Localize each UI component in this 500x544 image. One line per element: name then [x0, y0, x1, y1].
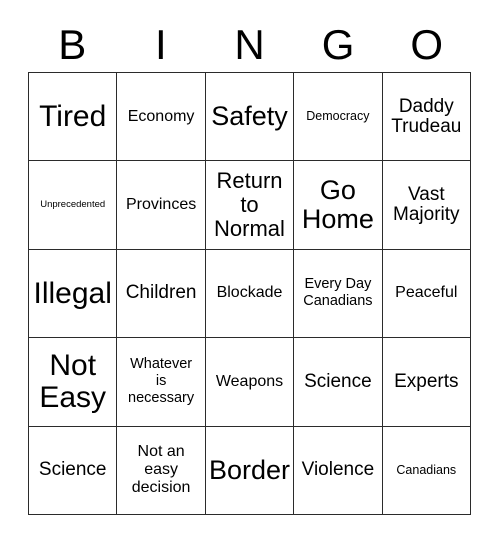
- bingo-cell-label: Vast Majority: [393, 183, 460, 226]
- bingo-cell-label: Democracy: [306, 109, 370, 124]
- bingo-cell-label: Tired: [39, 99, 107, 133]
- bingo-cell-label: Economy: [127, 107, 195, 125]
- bingo-cell-label: Daddy Trudeau: [391, 95, 462, 137]
- bingo-cell-r2c1[interactable]: Unprecedented: [29, 161, 118, 250]
- bingo-grid: Tired Economy Safety Democracy Daddy Trudeau…: [28, 72, 471, 515]
- bingo-cell-r4c2[interactable]: Whatever is necessary: [117, 338, 206, 427]
- bingo-cell-label: Return to Normal: [214, 167, 285, 242]
- bingo-cell-r2c5[interactable]: Vast Majority: [382, 161, 471, 250]
- bingo-cell-r5c2[interactable]: Not an easy decision: [117, 426, 206, 515]
- bingo-cell-label: Provinces: [125, 195, 197, 213]
- bingo-cell-r5c5[interactable]: Canadians: [382, 426, 471, 515]
- bingo-cell-r5c1[interactable]: Science: [29, 426, 118, 515]
- bingo-cell-r1c3[interactable]: Safety: [205, 73, 295, 162]
- bingo-cell-label: Illegal: [33, 276, 112, 310]
- bingo-cell-r3c2[interactable]: Children: [117, 249, 206, 339]
- bingo-cell-r1c4[interactable]: Democracy: [294, 73, 383, 162]
- bingo-cell-label: Weapons: [215, 372, 284, 390]
- bingo-cell-label: Experts: [394, 370, 459, 392]
- bingo-cell-label: Blockade: [216, 284, 283, 302]
- bingo-cell-r3c4[interactable]: Every Day Canadians: [294, 249, 383, 339]
- bingo-cell-r5c4[interactable]: Violence: [294, 426, 383, 515]
- bingo-cell-r1c1[interactable]: Tired: [29, 73, 118, 162]
- header-letter-g: G: [321, 21, 355, 68]
- bingo-cell-label: Go Home: [301, 175, 374, 235]
- bingo-cell-r1c2[interactable]: Economy: [117, 73, 206, 162]
- bingo-header-row: B I N G O: [28, 18, 471, 72]
- bingo-cell-r5c3[interactable]: Border: [205, 426, 295, 515]
- bingo-cell-r4c1[interactable]: Not Easy: [29, 338, 118, 427]
- bingo-cell-r3c5[interactable]: Peaceful: [382, 249, 471, 339]
- bingo-cell-label: Unprecedented: [40, 199, 106, 211]
- bingo-card: B I N G O Tired Economy Safety Democracy Dad…: [0, 0, 500, 544]
- bingo-cell-label: Not Easy: [39, 349, 107, 414]
- bingo-cell-label: Safety: [211, 101, 288, 132]
- header-letter-n: N: [234, 21, 265, 68]
- bingo-cell-r4c4[interactable]: Science: [294, 338, 383, 427]
- bingo-cell-label: Canadians: [396, 462, 457, 477]
- bingo-cell-r3c1[interactable]: Illegal: [29, 249, 118, 339]
- bingo-cell-label: Science: [38, 459, 107, 481]
- header-letter-i: I: [155, 21, 167, 68]
- header-letter-o: O: [410, 21, 443, 68]
- bingo-cell-label: Violence: [301, 459, 375, 481]
- bingo-cell-label: Border: [208, 454, 291, 485]
- header-letter-b: B: [58, 21, 87, 68]
- bingo-cell-label: Peaceful: [395, 284, 458, 302]
- bingo-cell-label: Children: [125, 282, 197, 304]
- bingo-cell-label: Every Day Canadians: [303, 276, 373, 310]
- bingo-cell-r4c5[interactable]: Experts: [382, 338, 471, 427]
- bingo-cell-r1c5[interactable]: Daddy Trudeau: [382, 73, 471, 162]
- bingo-cell-r4c3[interactable]: Weapons: [205, 338, 295, 427]
- bingo-cell-label: Science: [304, 370, 372, 392]
- bingo-cell-label: Whatever is necessary: [128, 356, 195, 407]
- bingo-cell-r2c3[interactable]: Return to Normal: [205, 161, 295, 250]
- bingo-cell-r3c3[interactable]: Blockade: [205, 249, 295, 339]
- bingo-cell-label: Not an easy decision: [131, 442, 191, 497]
- bingo-cell-r2c2[interactable]: Provinces: [117, 161, 206, 250]
- bingo-cell-r2c4[interactable]: Go Home: [294, 161, 383, 250]
